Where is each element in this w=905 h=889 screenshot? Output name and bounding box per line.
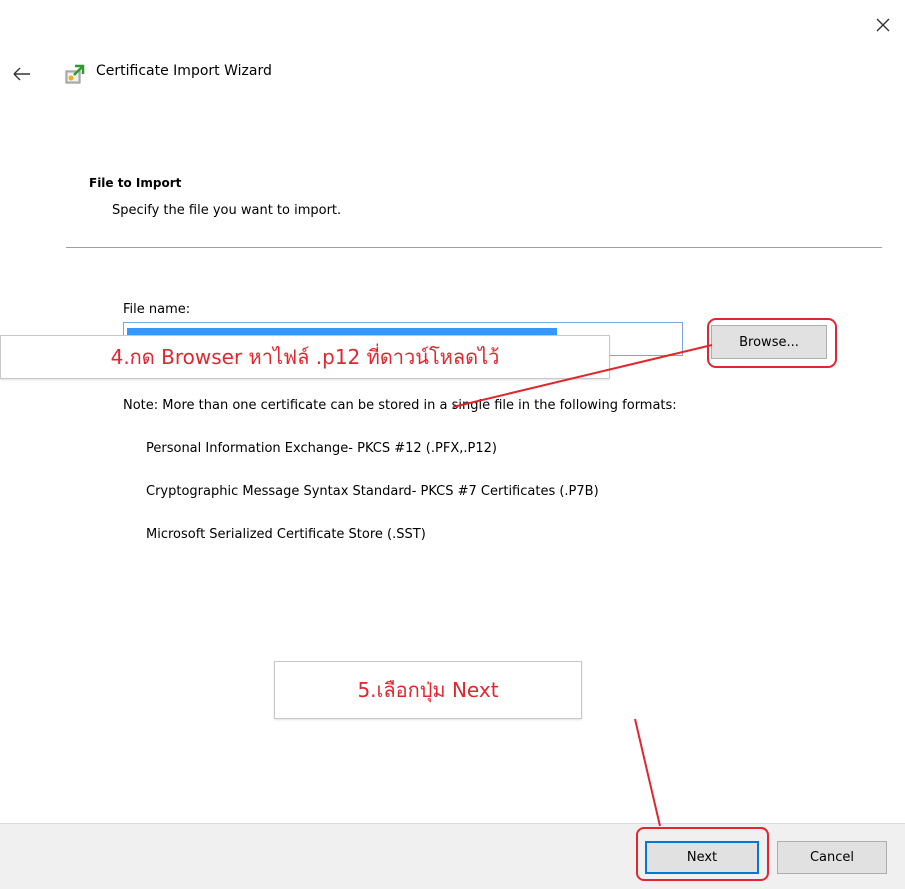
header-divider bbox=[66, 247, 882, 248]
cancel-button[interactable]: Cancel bbox=[777, 841, 887, 874]
wizard-footer bbox=[0, 823, 905, 889]
format-sst: Microsoft Serialized Certificate Store (… bbox=[146, 527, 426, 542]
certificate-wizard-icon bbox=[63, 62, 87, 86]
close-icon bbox=[876, 18, 890, 32]
close-button[interactable] bbox=[866, 8, 900, 42]
callout-browse: 4.กด Browser หาไฟล์ .p12 ที่ดาวน์โหลดไว้ bbox=[0, 335, 610, 379]
arrow-to-next bbox=[634, 718, 661, 827]
file-name-label: File name: bbox=[123, 302, 191, 317]
page-heading: File to Import bbox=[89, 176, 182, 190]
format-pfx: Personal Information Exchange- PKCS #12 … bbox=[146, 441, 497, 456]
back-button[interactable] bbox=[6, 60, 36, 90]
next-highlight bbox=[636, 827, 769, 881]
format-p7b: Cryptographic Message Syntax Standard- P… bbox=[146, 484, 599, 499]
browse-highlight bbox=[707, 318, 837, 368]
formats-note: Note: More than one certificate can be s… bbox=[123, 398, 677, 413]
back-arrow-icon bbox=[13, 67, 30, 81]
window-title: Certificate Import Wizard bbox=[96, 63, 272, 79]
callout-next: 5.เลือกปุ่ม Next bbox=[274, 661, 582, 719]
page-subheading: Specify the file you want to import. bbox=[112, 203, 342, 218]
